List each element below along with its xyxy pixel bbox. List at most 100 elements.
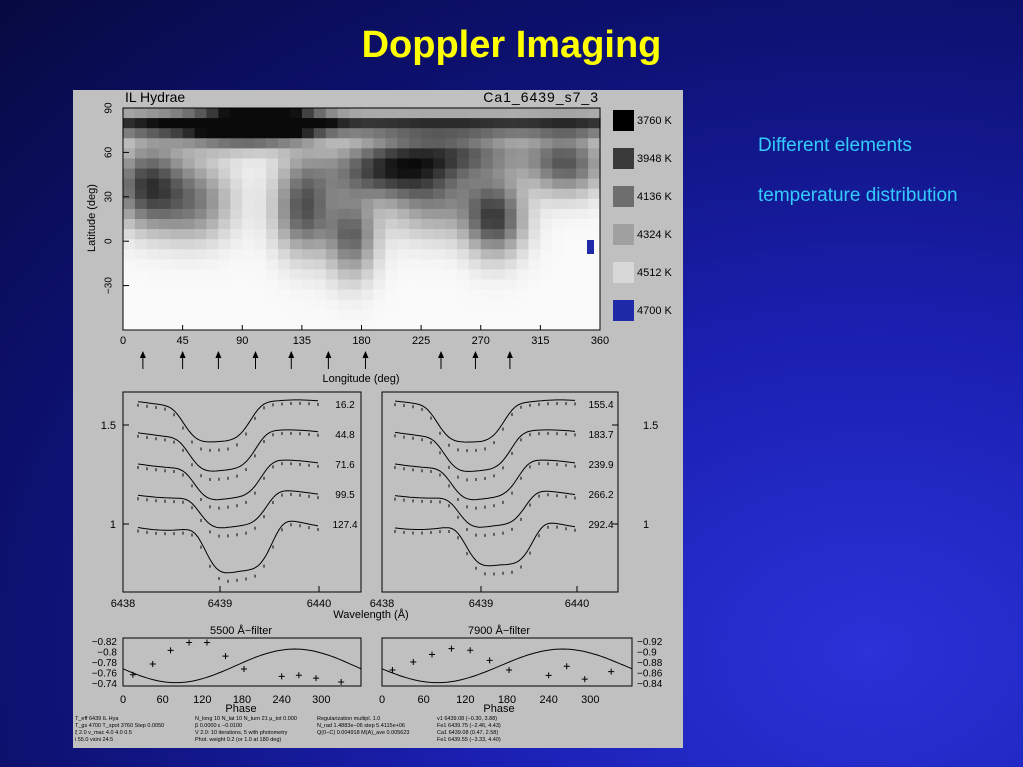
profile-model [137,490,319,529]
observation-arrow-head [438,351,444,358]
map-cell [170,299,184,311]
profile-phase-label: 71.6 [335,460,355,471]
map-xtick-label: 45 [177,335,189,347]
map-cell [456,198,470,210]
footer-line: Q(0−C) 0.004918 M(A)_ave 0.005623 [317,730,410,736]
map-cell [528,259,541,271]
map-cell [242,138,255,149]
map-cell [242,309,255,321]
map-cell [170,239,184,250]
map-cell [361,138,375,149]
map-cell [313,138,327,149]
map-cell [516,188,530,200]
map-cell [313,128,327,139]
lightcurve-ytick-label: −0.82 [92,637,118,648]
map-cell [409,198,422,210]
map-cell [170,309,184,321]
map-cell [337,269,351,281]
profiles-right: 155.4 183.7 239.9 266.2 292.4 [394,399,614,576]
map-cell [361,259,375,271]
map-cell [349,178,363,190]
map-cell [206,269,220,281]
map-cell [134,198,148,210]
map-cell [254,178,267,190]
map-cell [313,188,327,200]
map-cell [409,259,422,271]
map-cell [158,178,172,190]
map-cell [194,168,208,180]
map-cell [373,108,386,119]
map-cell [170,188,184,200]
map-cell [492,259,506,271]
map-cell [218,309,231,321]
map-cell [433,219,446,230]
map-cell [528,158,541,170]
map-cell [552,198,565,210]
map-cell [564,259,577,271]
map-cell [325,229,339,240]
map-cell [230,208,243,220]
map-cell [123,229,136,240]
lightcurve-xtick-label: 240 [272,694,290,706]
map-cell [397,239,410,250]
map-cell [194,198,208,210]
map-cell [337,108,351,119]
map-cell [540,279,553,291]
map-cell [397,319,410,331]
map-cell [170,319,184,331]
map-cell [349,208,363,220]
map-cell [206,319,220,331]
map-cell [588,158,601,170]
map-cell [313,289,327,301]
map-cell [182,188,196,200]
map-cell [421,198,434,210]
map-cell [576,138,589,149]
map-cell [146,319,160,331]
map-cell [397,158,410,170]
map-ytick-label: 90 [104,102,115,114]
map-cell [301,108,315,119]
map-cell [266,108,279,119]
map-cell [313,219,327,230]
map-cell [468,319,482,331]
footer-line: N_long 10 N_lat 10 N_turn 21 μ_tot 0.000 [195,716,297,722]
map-cell [301,229,315,240]
map-cell [516,178,530,190]
map-cell [313,148,327,160]
map-cell [218,229,231,240]
map-cell [266,178,279,190]
map-cell [397,148,410,160]
profile-ytick-label: 1 [110,519,116,531]
map-cell [325,269,339,281]
lightcurve-xtick-label: 120 [456,694,474,706]
map-cell [492,249,506,260]
map-cell [266,229,279,240]
map-cell [182,118,196,129]
map-cell [158,299,172,311]
map-cell [337,198,351,210]
map-cell [397,249,410,260]
map-cell [134,289,148,301]
map-cell [158,239,172,250]
map-cell [564,309,577,321]
lightcurve-point [295,672,302,679]
map-cell [146,229,160,240]
map-cell [456,208,470,220]
map-cell [206,219,220,230]
profiles-left: 16.2 44.8 71.6 99.5 127.4 [137,399,358,583]
map-cell [576,158,589,170]
map-cell [170,208,184,220]
map-cell [289,198,303,210]
doppler-figure: IL Hydrae Ca1_6439_s7_3 90 60 30 0 −30 0 45 90… [73,90,683,748]
map-cell [325,108,339,119]
map-cell [170,168,184,180]
map-cell [540,178,553,190]
map-cell [313,279,327,291]
map-cell [230,188,243,200]
map-xtick-label: 135 [293,335,311,347]
map-cell [313,319,327,331]
map-cell [146,158,160,170]
map-cell [337,309,351,321]
map-cell [540,239,553,250]
map-cell [540,309,553,321]
